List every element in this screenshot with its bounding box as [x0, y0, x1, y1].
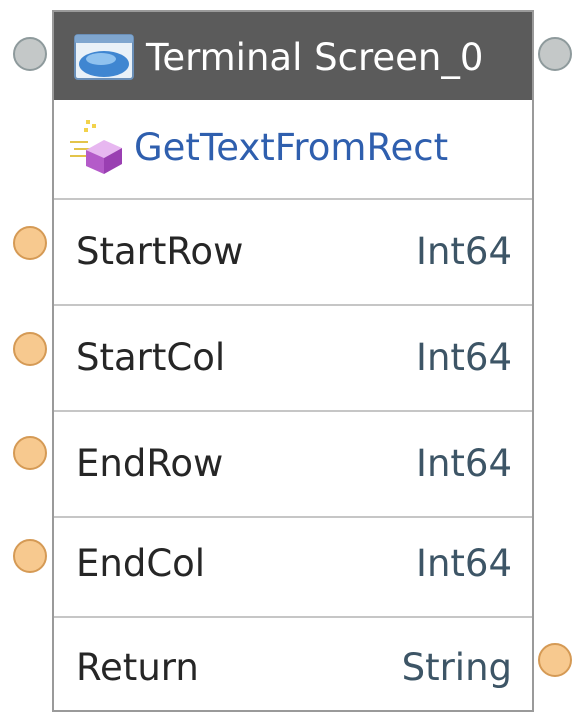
endrow-input-port[interactable]	[13, 436, 47, 470]
param-row-endrow[interactable]: EndRow Int64	[54, 412, 532, 518]
param-name: EndRow	[76, 442, 224, 485]
param-row-return[interactable]: Return String	[54, 616, 532, 712]
param-type: Int64	[416, 442, 512, 485]
param-type: Int64	[416, 542, 512, 585]
param-name: EndCol	[76, 542, 206, 585]
param-type: String	[401, 646, 512, 689]
exec-out-port[interactable]	[538, 37, 572, 71]
param-name: Return	[76, 646, 199, 689]
startrow-input-port[interactable]	[13, 226, 47, 260]
terminal-screen-node[interactable]: Terminal Screen_0 GetTextFromRect StartR…	[52, 10, 534, 712]
method-icon	[70, 120, 122, 174]
exec-in-port[interactable]	[13, 37, 47, 71]
node-title: Terminal Screen_0	[146, 36, 484, 79]
node-header[interactable]: Terminal Screen_0	[54, 12, 532, 100]
param-type: Int64	[416, 336, 512, 379]
method-row[interactable]: GetTextFromRect	[54, 100, 532, 200]
endcol-input-port[interactable]	[13, 539, 47, 573]
param-row-startrow[interactable]: StartRow Int64	[54, 200, 532, 306]
param-name: StartRow	[76, 230, 244, 273]
param-name: StartCol	[76, 336, 226, 379]
startcol-input-port[interactable]	[13, 332, 47, 366]
terminal-screen-icon	[74, 34, 134, 80]
return-output-port[interactable]	[538, 643, 572, 677]
param-row-startcol[interactable]: StartCol Int64	[54, 306, 532, 412]
param-type: Int64	[416, 230, 512, 273]
param-row-endcol[interactable]: EndCol Int64	[54, 512, 532, 618]
method-name: GetTextFromRect	[134, 126, 449, 169]
